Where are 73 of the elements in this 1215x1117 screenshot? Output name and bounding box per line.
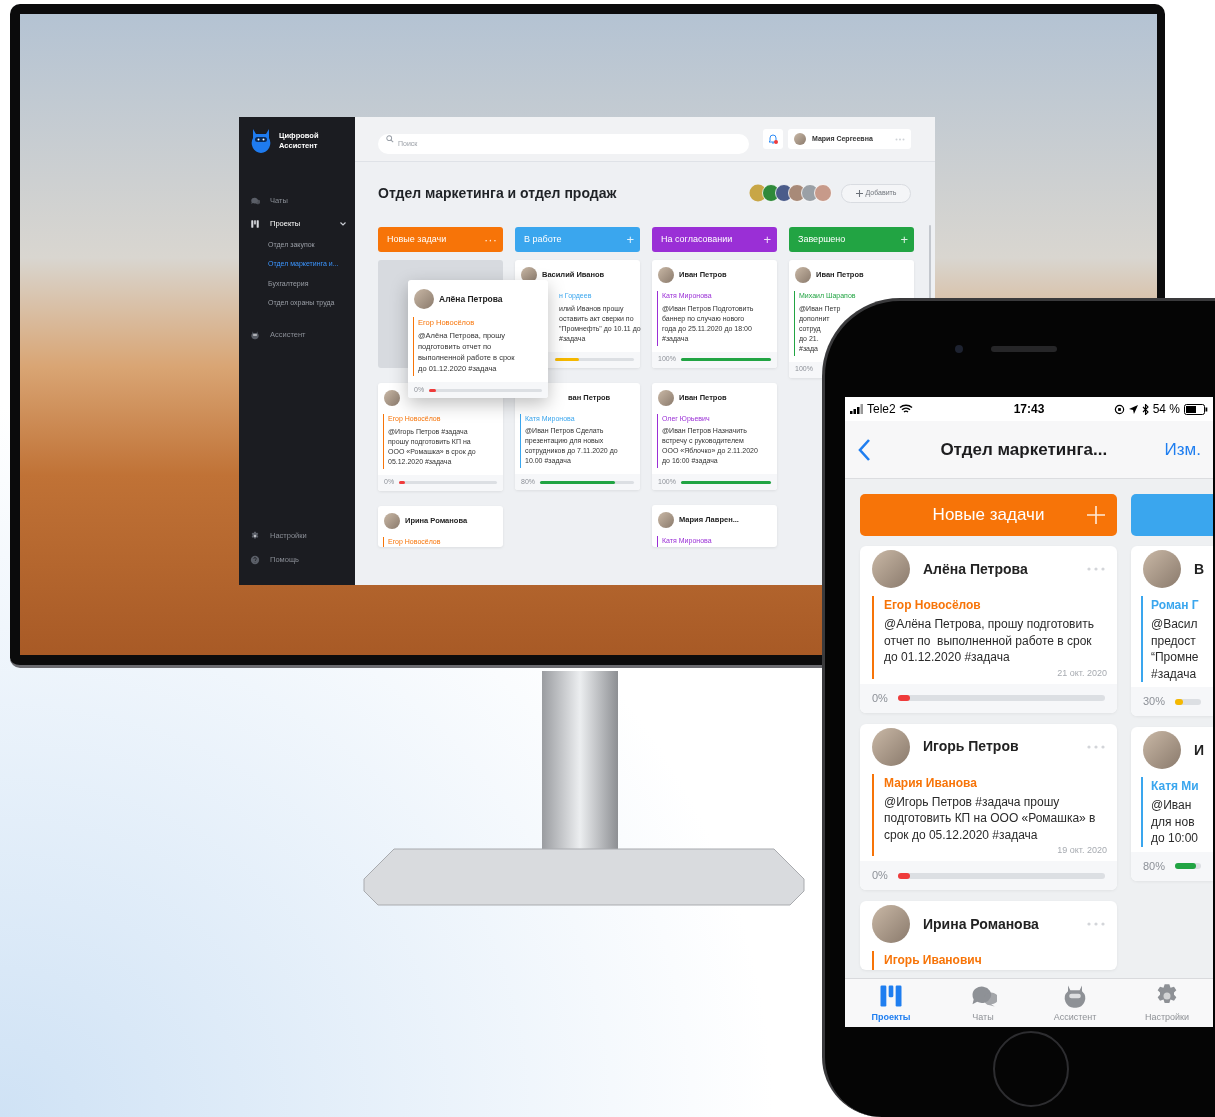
task-card[interactable]: Ирина Романова Игорь Иванович	[860, 901, 1117, 970]
progress-label: 30%	[1143, 694, 1166, 710]
column-action-button[interactable]: +	[763, 233, 771, 246]
author-name: Игорь Иванович	[884, 952, 983, 969]
avatar	[384, 390, 400, 406]
task-card[interactable]: Игорь Петров Мария Иванова @Игорь Петров #задача прошу подготовить КП на ООО «Ромашка» в срок до 05.12.2020 #задача 19 окт. 2020 0%	[860, 723, 1117, 890]
assignee-name: И	[1194, 740, 1205, 760]
column-title: Завершено	[798, 232, 846, 246]
avatar	[872, 727, 910, 766]
author-name: Егор Новосёлов	[884, 597, 982, 614]
chevron-icon	[339, 219, 347, 228]
team-avatars[interactable]	[749, 184, 833, 202]
task-date: 21 окт. 2020	[1057, 667, 1107, 679]
avatar	[794, 133, 806, 145]
avatar	[1143, 550, 1181, 588]
author-name: Катя Ми	[1151, 778, 1200, 795]
assignee-name: Игорь Петров	[923, 737, 1020, 756]
assignee-name: Ирина Романова	[923, 914, 1040, 934]
assignee-name: В	[1194, 559, 1205, 579]
task-text: @Игорь Петров #задача прошу подготовить КП на ООО «Ромашка» в срок до 05.12.2020 #задача	[884, 793, 1097, 843]
task-card[interactable]: Алёна Петрова Егор Новосёлов @Алёна Петрова, прошу подготовить отчет по выполненной работе в срок до 01.12.2020 #задача 21 окт. 2020 0%	[860, 546, 1117, 713]
assignee-name: Алёна Петрова	[439, 292, 503, 306]
column-title: Новые задачи	[387, 232, 447, 246]
author-name: Мария Иванова	[884, 774, 978, 792]
avatar	[384, 512, 400, 529]
kanban-board-icon[interactable]	[250, 218, 260, 229]
avatar	[658, 267, 674, 283]
edit-button[interactable]: Изм.	[1164, 436, 1201, 463]
column-title: На согласовании	[661, 232, 733, 246]
location-icon	[1128, 404, 1138, 414]
robot-logo-icon	[250, 128, 272, 154]
settings-icon[interactable]	[250, 530, 260, 541]
avatar	[872, 550, 910, 588]
plus-icon[interactable]	[1087, 506, 1105, 524]
avatar	[658, 389, 674, 406]
phone-camera	[955, 345, 963, 353]
scrollbar[interactable]	[929, 225, 931, 300]
assignee-name: Алёна Петрова	[923, 559, 1029, 579]
help-icon[interactable]	[250, 554, 260, 565]
progress-label: 0%	[872, 690, 888, 706]
status-time: 17:43	[1012, 401, 1046, 418]
signal-icon	[850, 404, 864, 414]
battery-percent: 54 %	[1152, 401, 1180, 418]
task-card[interactable]: И Катя Ми @Иван для нов до 10:00 80%	[1131, 727, 1213, 881]
progress-label: 80%	[1143, 858, 1166, 874]
progress-label: 0%	[872, 868, 888, 884]
wifi-icon	[898, 404, 913, 414]
search-icon	[386, 135, 394, 143]
carrier-name: Tele2	[867, 401, 896, 418]
bluetooth-icon	[1141, 403, 1149, 415]
task-text: @Алёна Петрова, прошу подготовить отчет по выполненной работе в срок до 01.12.2020 #задача	[884, 616, 1095, 666]
avatar	[795, 267, 811, 283]
task-card[interactable]: В Роман Г @Васил предост “Промне #задача 30%	[1131, 546, 1213, 716]
more-icon	[895, 137, 905, 141]
avatar	[658, 512, 674, 528]
column-title: В работе	[524, 232, 562, 246]
author-name: Роман Г	[1151, 597, 1200, 614]
screen-title: Отдел маркетинга...	[939, 438, 1109, 461]
back-icon[interactable]	[857, 437, 871, 462]
chat-bubbles-icon[interactable]	[250, 195, 260, 206]
plus-icon	[855, 189, 863, 197]
task-text: @Васил предост “Промне #задача	[1151, 616, 1200, 682]
robot-icon[interactable]	[250, 329, 260, 340]
avatar	[1143, 731, 1181, 769]
page-title: Отдел маркетинга и отдел продаж	[378, 183, 618, 203]
task-text: @Иван для нов до 10:00	[1151, 797, 1200, 847]
battery-icon	[1184, 403, 1208, 415]
task-date: 19 окт. 2020	[1057, 845, 1107, 856]
tab[interactable]: Проекты	[845, 979, 937, 1027]
avatar	[414, 289, 434, 309]
phone-speaker	[991, 346, 1057, 352]
avatar	[872, 905, 910, 943]
rotation-lock-icon	[1113, 403, 1125, 415]
